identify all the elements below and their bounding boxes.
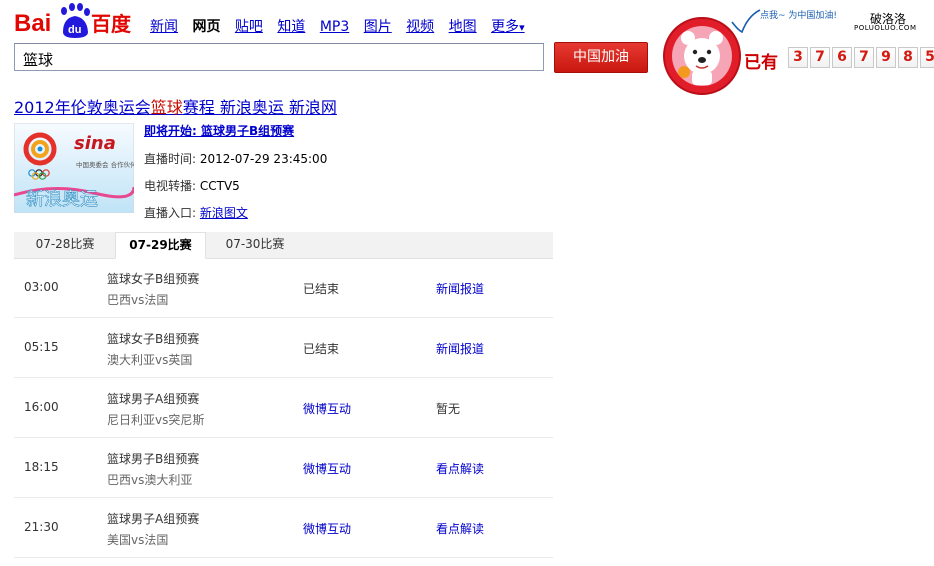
cheer-note: 点我~ 为中国加油!: [731, 9, 837, 34]
match-event: 篮球男子B组预赛: [107, 452, 200, 466]
nav-video[interactable]: 视频: [406, 19, 434, 35]
schedule-row: 03:00 篮球女子B组预赛 巴西vs法国 已结束 新闻报道: [14, 258, 553, 318]
svg-text:Bai: Bai: [14, 10, 51, 37]
sina-olympics-image[interactable]: sina 中国奥委会 合作伙伴 新浪奥运: [14, 123, 134, 213]
counter-digit: 7: [854, 47, 874, 68]
broadcast-time-row: 直播时间: 2012-07-29 23:45:00: [144, 152, 328, 166]
nav-news[interactable]: 新闻: [150, 19, 178, 35]
svg-text:sina: sina: [74, 133, 116, 154]
match-time: 03:00: [24, 280, 59, 294]
counter-digit: 3: [788, 47, 808, 68]
upcoming-match-link[interactable]: 即将开始: 篮球男子B组预赛: [144, 122, 294, 139]
svg-text:点我~ 为中国加油!: 点我~ 为中国加油!: [760, 9, 837, 21]
entry-row: 直播入口: 新浪图文: [144, 206, 248, 220]
top-nav: 新闻 网页 贴吧 知道 MP3 图片 视频 地图 更多: [150, 16, 535, 36]
match-teams: 巴西vs法国: [107, 293, 169, 307]
search-input[interactable]: 篮球: [14, 43, 544, 71]
svg-text:百度: 百度: [91, 12, 132, 36]
site-url: POLUOLUO.COM: [854, 24, 917, 32]
schedule-row: 16:00 篮球男子A组预赛 尼日利亚vs突尼斯 微博互动 暂无: [14, 378, 553, 438]
match-report: 暂无: [436, 402, 461, 416]
match-report-link[interactable]: 新闻报道: [436, 280, 484, 297]
counter-label: 已有: [744, 53, 778, 73]
counter-digit: 6: [832, 47, 852, 68]
counter-digit: 8: [898, 47, 918, 68]
match-status: 已结束: [303, 342, 340, 356]
counter-digit: 5: [920, 47, 934, 68]
nav-web[interactable]: 网页: [192, 19, 220, 35]
search-button[interactable]: 中国加油: [554, 42, 648, 73]
weibo-interact-link[interactable]: 微博互动: [303, 520, 351, 537]
svg-text:中国奥委会 合作伙伴: 中国奥委会 合作伙伴: [76, 160, 134, 169]
match-teams: 巴西vs澳大利亚: [107, 473, 193, 487]
schedule-row: 21:30 篮球男子A组预赛 美国vs法国 微博互动 看点解读: [14, 498, 553, 558]
nav-more[interactable]: 更多: [491, 19, 525, 35]
match-preview-link[interactable]: 看点解读: [436, 520, 484, 537]
match-preview-link[interactable]: 看点解读: [436, 460, 484, 477]
nav-zhidao[interactable]: 知道: [277, 19, 305, 35]
match-event: 篮球男子A组预赛: [107, 512, 200, 526]
match-event: 篮球女子B组预赛: [107, 272, 200, 286]
svg-text:新浪奥运: 新浪奥运: [26, 189, 98, 210]
tab-07-28[interactable]: 07-28比赛: [24, 232, 106, 258]
match-time: 05:15: [24, 340, 59, 354]
tv-row: 电视转播: CCTV5: [144, 179, 240, 193]
match-time: 21:30: [24, 520, 59, 534]
tab-07-30[interactable]: 07-30比赛: [214, 232, 296, 258]
schedule-row: 18:15 篮球男子B组预赛 巴西vs澳大利亚 微博互动 看点解读: [14, 438, 553, 498]
counter-digit: 9: [876, 47, 896, 68]
match-teams: 美国vs法国: [107, 533, 169, 547]
tab-07-29[interactable]: 07-29比赛: [115, 232, 206, 259]
match-event: 篮球女子B组预赛: [107, 332, 200, 346]
live-entry-link[interactable]: 新浪图文: [200, 206, 248, 220]
match-teams: 尼日利亚vs突尼斯: [107, 413, 205, 427]
counter-digit: 7: [810, 47, 830, 68]
result-title-link[interactable]: 2012年伦敦奥运会篮球赛程 新浪奥运 新浪网: [14, 94, 337, 118]
nav-tieba[interactable]: 贴吧: [235, 19, 263, 35]
svg-text:du: du: [68, 24, 81, 36]
match-event: 篮球男子A组预赛: [107, 392, 200, 406]
match-time: 18:15: [24, 460, 59, 474]
match-report-link[interactable]: 新闻报道: [436, 340, 484, 357]
match-status: 已结束: [303, 282, 340, 296]
nav-map[interactable]: 地图: [449, 19, 477, 35]
weibo-interact-link[interactable]: 微博互动: [303, 460, 351, 477]
date-tabs: 07-28比赛 07-29比赛 07-30比赛: [14, 232, 553, 259]
weibo-interact-link[interactable]: 微博互动: [303, 400, 351, 417]
match-time: 16:00: [24, 400, 59, 414]
match-teams: 澳大利亚vs英国: [107, 353, 193, 367]
counter-digits: 3 7 6 7 9 8 5: [788, 47, 934, 68]
baidu-logo[interactable]: Bai du 百度: [14, 2, 132, 40]
nav-mp3[interactable]: MP3: [320, 19, 349, 35]
nav-images[interactable]: 图片: [364, 19, 392, 35]
schedule-row: 05:15 篮球女子B组预赛 澳大利亚vs英国 已结束 新闻报道: [14, 318, 553, 378]
